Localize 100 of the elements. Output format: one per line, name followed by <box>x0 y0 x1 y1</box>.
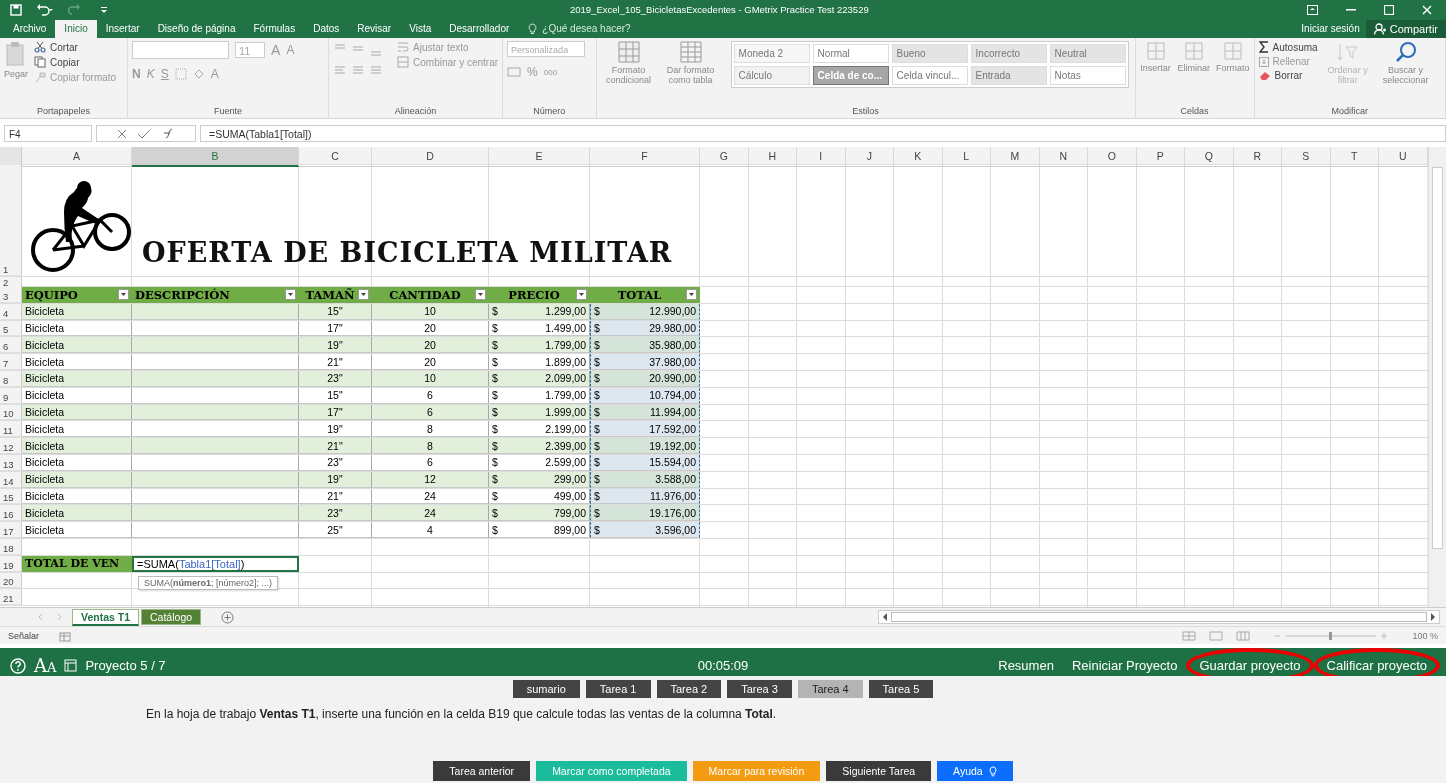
horizontal-scrollbar[interactable] <box>878 610 1440 624</box>
column-header[interactable]: H <box>748 147 797 167</box>
project-link[interactable]: Calificar proyecto <box>1321 658 1432 673</box>
paste-button[interactable]: Pegar <box>4 41 29 79</box>
task-tab[interactable]: Tarea 4 <box>797 680 863 698</box>
clear-button[interactable]: Borrar <box>1258 70 1318 81</box>
task-tab[interactable]: Tarea 2 <box>656 680 722 698</box>
close-icon[interactable] <box>1422 4 1432 15</box>
column-header[interactable]: I <box>797 147 846 167</box>
column-header[interactable]: M <box>991 147 1040 167</box>
share-button[interactable]: Compartir <box>1365 20 1446 38</box>
ribbon-tab[interactable]: Insertar <box>96 20 149 38</box>
merge-icon <box>397 56 410 68</box>
column-header[interactable]: P <box>1136 147 1185 167</box>
maximize-icon[interactable] <box>1384 4 1394 15</box>
sheet-tab[interactable]: Catálogo <box>141 609 202 625</box>
column-header[interactable]: L <box>942 147 991 167</box>
ribbon-tab[interactable]: Diseño de página <box>148 20 245 38</box>
column-header[interactable]: J <box>845 147 894 167</box>
task-tab[interactable]: Tarea 5 <box>868 680 934 698</box>
project-link[interactable]: Reiniciar Proyecto <box>1066 658 1183 673</box>
table-header-cell: TOTAL <box>590 287 700 303</box>
column-header[interactable]: B <box>132 147 299 167</box>
filter-dropdown-icon[interactable] <box>285 289 296 301</box>
cell-style-option[interactable]: Cálculo <box>733 66 810 85</box>
ribbon-tab[interactable]: Fórmulas <box>244 20 305 38</box>
filter-dropdown-icon[interactable] <box>118 289 129 301</box>
filter-dropdown-icon[interactable] <box>475 289 486 301</box>
font-name-field[interactable] <box>132 41 230 59</box>
cell-style-option[interactable]: Notas <box>1049 66 1126 85</box>
text-size-button[interactable]: AA <box>34 655 57 676</box>
minimize-icon[interactable] <box>1346 8 1356 11</box>
cell-style-option[interactable]: Bueno <box>891 44 968 63</box>
cell-style-option[interactable]: Celda vincul... <box>891 66 968 85</box>
filter-dropdown-icon[interactable] <box>686 289 697 301</box>
customize-caret-icon[interactable] <box>100 5 108 14</box>
ribbon-tab[interactable]: Inicio <box>55 20 97 38</box>
column-header[interactable]: C <box>299 147 372 167</box>
column-header[interactable]: U <box>1379 147 1428 167</box>
project-link[interactable]: Resumen <box>993 658 1059 673</box>
cells-button[interactable]: Formato <box>1216 41 1250 73</box>
task-tab[interactable]: Tarea 3 <box>727 680 792 698</box>
project-link[interactable]: Guardar proyecto <box>1194 658 1306 673</box>
search-icon <box>1394 41 1417 63</box>
column-header[interactable]: O <box>1088 147 1137 167</box>
table-cell: 20 <box>372 354 489 370</box>
column-header[interactable]: Q <box>1185 147 1234 167</box>
task-instruction: En la hoja de trabajo Ventas T1, inserte una función en la celda B19 que calcule todas las ventas de la columna Total. <box>146 707 777 721</box>
action-button[interactable]: Tarea anterior <box>433 761 531 781</box>
help-icon[interactable] <box>10 657 26 674</box>
filter-dropdown-icon[interactable] <box>358 289 369 301</box>
sheet-tab[interactable]: Ventas T1 <box>72 608 140 626</box>
copy-button[interactable]: Copiar <box>34 56 117 68</box>
column-header[interactable]: N <box>1039 147 1088 167</box>
column-header[interactable]: T <box>1330 147 1379 167</box>
undo-icon[interactable] <box>36 3 54 16</box>
ribbon-tab[interactable]: Vista <box>400 20 441 38</box>
ribbon-display-icon[interactable] <box>1307 4 1318 15</box>
ribbon-tab[interactable]: Archivo <box>4 20 56 38</box>
cell-style-option[interactable]: Entrada <box>970 66 1047 85</box>
table-header-cell: CANTIDAD <box>372 287 489 303</box>
column-header[interactable]: G <box>700 147 749 167</box>
ribbon-tab[interactable]: Revisar <box>348 20 401 38</box>
sign-in-link[interactable]: Iniciar sesión <box>1295 23 1366 38</box>
filter-dropdown-icon[interactable] <box>576 289 587 301</box>
ribbon-tab[interactable]: Datos <box>304 20 349 38</box>
autosum-button[interactable]: Autosuma <box>1258 41 1318 53</box>
column-header[interactable]: S <box>1282 147 1331 167</box>
formula-field[interactable]: =SUMA(Tabla1[Total]) <box>200 125 1446 142</box>
action-button[interactable]: Ayuda <box>937 761 1013 781</box>
cell-style-option[interactable]: Moneda 2 <box>733 44 810 63</box>
cut-button[interactable]: Cortar <box>34 41 117 53</box>
action-button[interactable]: Siguiente Tarea <box>826 761 932 781</box>
function-tooltip: SUMA(número1; [número2]; ...) <box>138 575 279 590</box>
find-select-button[interactable]: Buscar y seleccionar <box>1377 41 1434 85</box>
add-sheet-icon[interactable] <box>221 610 235 624</box>
conditional-format-button[interactable]: Formato condicional <box>600 41 657 85</box>
column-header[interactable]: K <box>894 147 943 167</box>
task-tab[interactable]: Tarea 1 <box>585 680 651 698</box>
formula-buttons-icon[interactable] <box>96 125 196 142</box>
column-header[interactable]: E <box>489 147 590 167</box>
ribbon-tab[interactable]: Desarrollador <box>440 20 519 38</box>
column-header[interactable]: R <box>1233 147 1282 167</box>
column-header[interactable]: F <box>590 147 700 167</box>
cell-style-option[interactable]: Incorrecto <box>970 44 1047 63</box>
format-as-table-button[interactable]: Dar formato como tabla <box>662 41 719 85</box>
table-cell: 8 <box>372 438 489 454</box>
column-header[interactable]: D <box>372 147 489 167</box>
cell-style-option[interactable]: Neutral <box>1049 44 1126 63</box>
cells-icon <box>1145 41 1166 61</box>
table-cell: $ 2.199,00 <box>489 421 590 438</box>
save-icon[interactable] <box>10 3 22 16</box>
name-box[interactable]: F4 <box>4 125 92 142</box>
task-tab[interactable]: sumario <box>512 680 580 698</box>
cell-style-option[interactable]: Normal <box>812 44 889 63</box>
tell-me-field[interactable]: ¿Qué desea hacer? <box>528 22 645 38</box>
zoom-level[interactable]: 100 % <box>1412 630 1438 641</box>
sort-icon <box>1336 41 1359 63</box>
cells-button[interactable]: Eliminar <box>1177 41 1211 73</box>
cells-button[interactable]: Insertar <box>1139 41 1172 73</box>
